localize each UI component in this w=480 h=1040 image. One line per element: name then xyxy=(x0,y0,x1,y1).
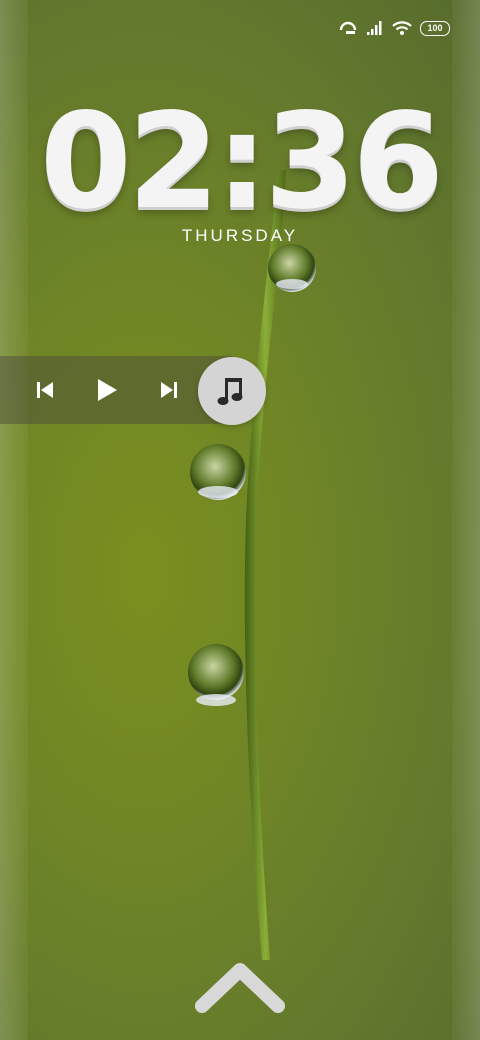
skip-previous-icon xyxy=(37,382,53,398)
signal-refresh-icon xyxy=(339,21,357,34)
lockscreen-clock: 02:36 xyxy=(39,85,444,239)
cell-signal-icon xyxy=(367,21,382,35)
skip-next-icon xyxy=(161,382,177,398)
play-icon xyxy=(98,379,117,401)
wifi-icon xyxy=(392,21,412,35)
lockscreen-day: THURSDAY xyxy=(181,226,299,245)
chevron-up-icon xyxy=(195,963,285,1013)
next-track-button[interactable] xyxy=(144,356,194,424)
music-note-icon xyxy=(217,378,243,405)
play-button[interactable] xyxy=(82,356,132,424)
status-bar: 100 xyxy=(338,14,450,42)
previous-track-button[interactable] xyxy=(20,356,70,424)
music-toggle-button[interactable] xyxy=(198,357,266,425)
swipe-up-unlock[interactable] xyxy=(190,955,290,1021)
battery-indicator: 100 xyxy=(420,20,450,36)
